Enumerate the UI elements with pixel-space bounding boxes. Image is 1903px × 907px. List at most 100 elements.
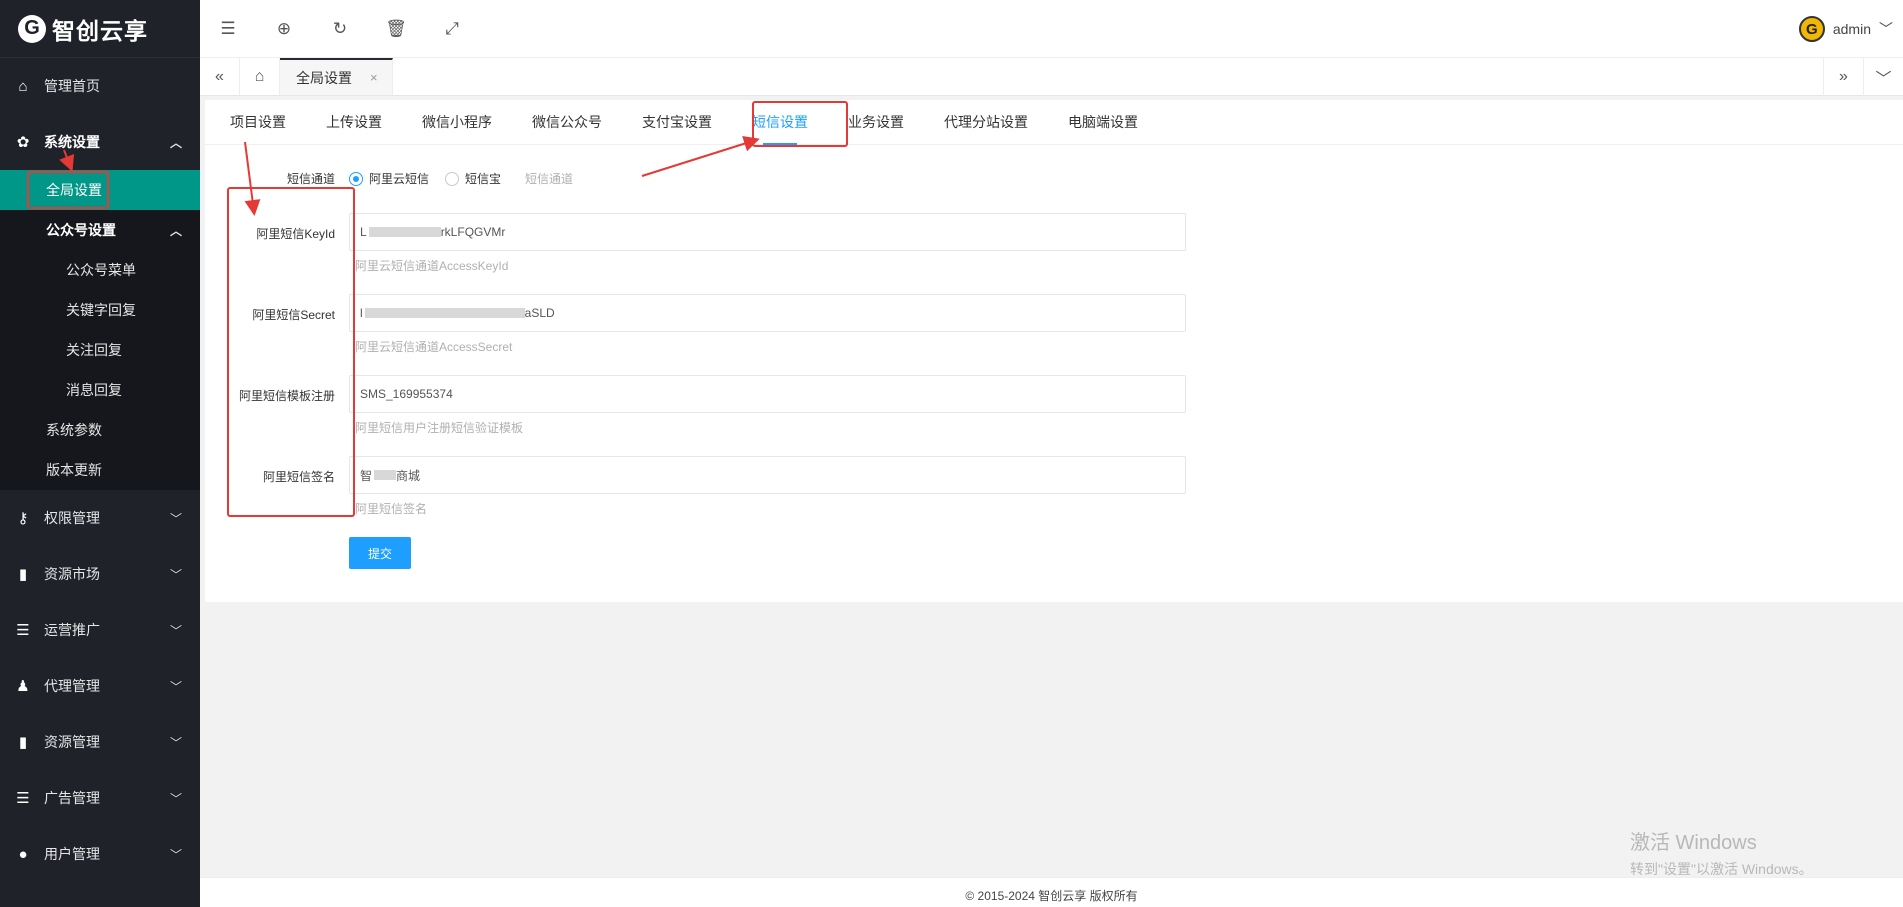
sidebar-item-keyword-reply[interactable]: 关键字回复	[0, 290, 200, 330]
tab-options-icon[interactable]: ﹀	[1863, 58, 1903, 96]
close-icon[interactable]: ×	[370, 70, 378, 85]
field-help: 阿里短信用户注册短信验证模板	[355, 421, 524, 435]
sidebar-item-message-reply[interactable]: 消息回复	[0, 370, 200, 410]
input-value: l	[360, 306, 363, 320]
sidebar-item-global-settings[interactable]: 全局设置	[0, 170, 200, 210]
chevron-down-icon: ﹀	[169, 623, 182, 638]
globe-icon[interactable]: ⊕	[256, 0, 312, 58]
top-header: ☰ ⊕ ↻ 🗑 ⤢ G admin ﹀	[200, 0, 1903, 58]
copyright-text: © 2015-2024 智创云享 版权所有	[965, 889, 1138, 903]
chevron-up-icon: ︿	[169, 223, 182, 238]
chevron-down-icon: ﹀	[169, 511, 182, 526]
sidebar-item-label: 关键字回复	[66, 302, 136, 318]
sidebar-item-label: 系统设置	[44, 134, 100, 150]
field-help: 阿里云短信通道AccessSecret	[355, 340, 513, 354]
windows-watermark: 激活 Windows 转到"设置"以激活 Windows。	[1630, 826, 1813, 879]
home-tab-icon[interactable]: ⌂	[240, 58, 280, 95]
sidebar-item-label: 代理管理	[44, 678, 100, 694]
sidebar-menu: ⌂ 管理首页 ✿ 系统设置 ︿ 全局设置 公众号设置 ︿ 公众号菜单 关键字回复…	[0, 58, 200, 882]
sidebar-item-label: 资源管理	[44, 734, 100, 750]
masked-value	[368, 227, 441, 237]
chevron-up-icon: ︿	[169, 135, 182, 150]
sidebar-item-label: 运营推广	[44, 622, 100, 638]
list-icon: ☰	[16, 790, 30, 807]
page-tab-global-settings[interactable]: 全局设置 ×	[280, 58, 393, 95]
input-value: rkLFQGVMr	[440, 225, 506, 239]
field-help: 阿里云短信通道AccessKeyId	[355, 259, 509, 273]
field-label: 阿里短信模板注册	[238, 389, 335, 403]
trash-icon[interactable]: 🗑	[368, 0, 424, 58]
field-label: 短信通道	[286, 172, 335, 186]
sidebar-item-version-update[interactable]: 版本更新	[0, 450, 200, 490]
field-label: 阿里短信KeyId	[256, 227, 335, 241]
sidebar-item-label: 资源市场	[44, 566, 100, 582]
input-value: 商城	[396, 468, 421, 483]
secret-input[interactable]: l aSLD	[349, 294, 1186, 332]
bookmark-icon: ▮	[18, 566, 28, 583]
home-icon: ⌂	[18, 77, 28, 95]
field-label: 阿里短信Secret	[252, 308, 335, 322]
input-value: aSLD	[524, 306, 555, 320]
sidebar-item-ads[interactable]: ☰ 广告管理 ﹀	[0, 770, 200, 826]
chevron-down-icon: ﹀	[169, 679, 182, 694]
sidebar-item-permissions[interactable]: ⚷ 权限管理 ﹀	[0, 490, 200, 546]
sign-input[interactable]: 智 商城	[349, 456, 1186, 494]
sidebar-item-operations[interactable]: ☰ 运营推广 ﹀	[0, 602, 200, 658]
fullscreen-icon[interactable]: ⤢	[424, 0, 480, 58]
sidebar-item-label: 版本更新	[46, 462, 102, 478]
user-menu[interactable]: G admin ﹀	[1798, 0, 1893, 58]
tab-pc[interactable]: 电脑端设置	[1068, 100, 1138, 145]
field-hint: 短信通道	[525, 172, 574, 186]
sidebar-item-label: 公众号菜单	[66, 262, 136, 278]
footer: © 2015-2024 智创云享 版权所有	[200, 877, 1903, 907]
sidebar-item-agents[interactable]: ♟ 代理管理 ﹀	[0, 658, 200, 714]
chevron-down-icon: ﹀	[169, 567, 182, 582]
agent-icon: ♟	[16, 678, 30, 695]
tab-upload[interactable]: 上传设置	[326, 100, 382, 145]
sidebar-item-system-params[interactable]: 系统参数	[0, 410, 200, 450]
refresh-icon[interactable]: ↻	[312, 0, 368, 58]
sidebar-item-mp-settings[interactable]: 公众号设置 ︿	[0, 210, 200, 250]
chevron-down-icon: ﹀	[169, 847, 182, 862]
menu-fold-icon[interactable]: ☰	[200, 0, 256, 58]
field-help: 阿里短信签名	[355, 502, 428, 516]
field-label: 阿里短信签名	[262, 470, 335, 484]
logo[interactable]: G 智创云享	[0, 0, 200, 58]
tab-project[interactable]: 项目设置	[230, 100, 286, 145]
tab-business[interactable]: 业务设置	[848, 100, 904, 145]
sidebar-item-system[interactable]: ✿ 系统设置 ︿	[0, 114, 200, 170]
sidebar-item-label: 消息回复	[66, 382, 122, 398]
chevron-down-icon: ﹀	[169, 791, 182, 806]
tab-alipay[interactable]: 支付宝设置	[642, 100, 712, 145]
sidebar-item-resource-market[interactable]: ▮ 资源市场 ﹀	[0, 546, 200, 602]
radio-aliyun[interactable]	[349, 171, 363, 186]
keyid-input[interactable]: L rkLFQGVMr	[349, 213, 1186, 251]
sidebar-item-users[interactable]: ● 用户管理 ﹀	[0, 826, 200, 882]
input-value: L	[360, 225, 367, 239]
tab-agent-site[interactable]: 代理分站设置	[944, 100, 1028, 145]
radio-label: 阿里云短信	[369, 172, 430, 186]
radio-dxb[interactable]	[445, 171, 460, 186]
watermark-subtitle: 转到"设置"以激活 Windows。	[1630, 861, 1813, 877]
scroll-right-icon[interactable]: »	[1823, 58, 1863, 96]
sidebar-item-label: 管理首页	[44, 78, 100, 94]
sidebar-item-follow-reply[interactable]: 关注回复	[0, 330, 200, 370]
chevron-down-icon: ﹀	[1879, 21, 1893, 37]
channel-radio-group: 阿里云短信 短信宝 短信通道	[349, 170, 573, 187]
sidebar-item-resources[interactable]: ▮ 资源管理 ﹀	[0, 714, 200, 770]
tab-official-account[interactable]: 微信公众号	[532, 100, 602, 145]
masked-value	[374, 470, 397, 480]
tab-miniprogram[interactable]: 微信小程序	[422, 100, 492, 145]
sidebar-item-label: 广告管理	[44, 790, 100, 806]
scroll-left-icon[interactable]: «	[200, 58, 240, 95]
sidebar-item-label: 关注回复	[66, 342, 122, 358]
sidebar-item-label: 全局设置	[46, 182, 102, 198]
gear-icon: ✿	[16, 134, 30, 151]
submit-button[interactable]: 提交	[349, 537, 411, 569]
username: admin	[1832, 21, 1871, 37]
radio-label: 短信宝	[465, 172, 502, 186]
sidebar-item-mp-menu[interactable]: 公众号菜单	[0, 250, 200, 290]
sidebar-item-home[interactable]: ⌂ 管理首页	[0, 58, 200, 114]
tab-sms[interactable]: 短信设置	[752, 100, 808, 145]
template-input[interactable]: SMS_169955374	[349, 375, 1186, 413]
